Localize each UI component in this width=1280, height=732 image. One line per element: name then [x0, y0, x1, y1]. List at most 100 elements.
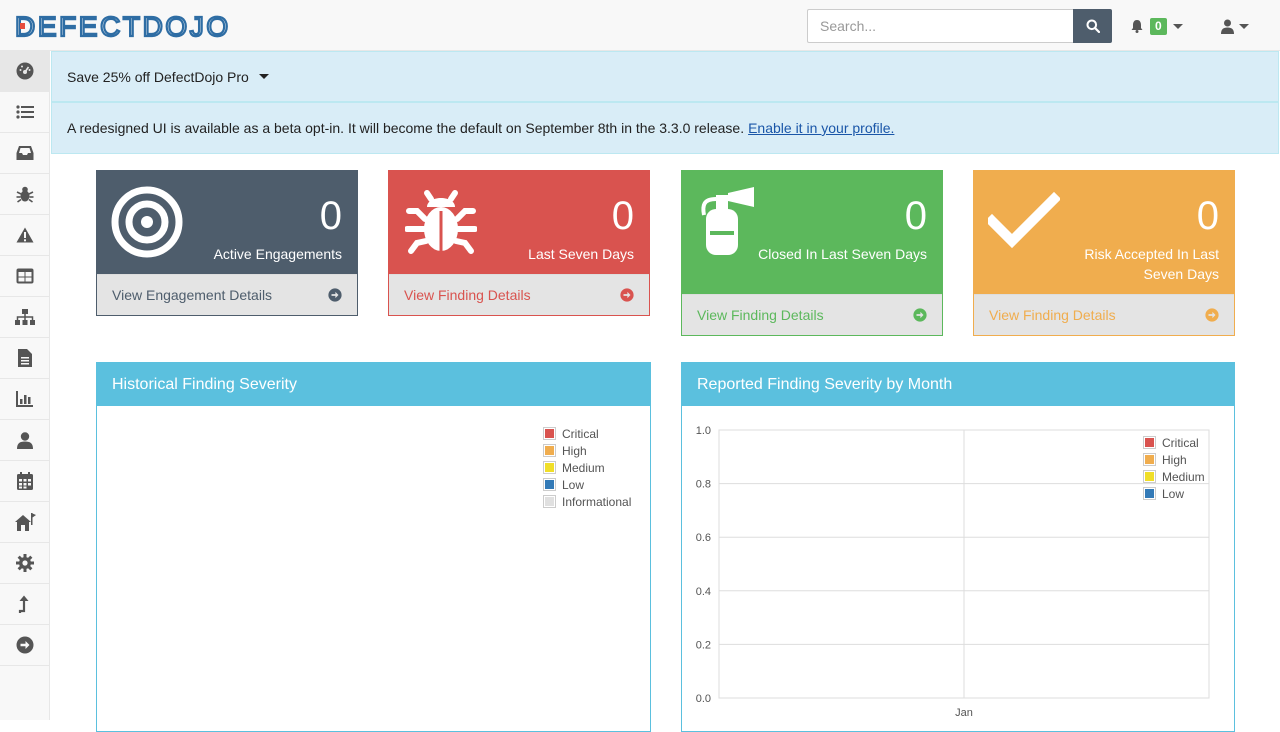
defectdojo-logo[interactable]: DEFECTDOJO: [15, 12, 257, 40]
user-icon: [17, 431, 33, 449]
search-button[interactable]: [1073, 9, 1112, 43]
panel-link-text: View Finding Details: [989, 307, 1116, 323]
panel-label: Active Engagements: [213, 246, 342, 262]
legend-swatch: [543, 495, 556, 508]
y-tick-label: 0.4: [696, 586, 711, 598]
y-tick-label: 1.0: [696, 425, 711, 437]
legend-label: Medium: [562, 460, 605, 475]
y-tick-label: 0.0: [696, 693, 711, 705]
x-tick-label: Jan: [955, 707, 973, 719]
sidebar-item-calendar[interactable]: [0, 461, 50, 502]
notification-count-badge: 0: [1150, 17, 1167, 35]
legend-item[interactable]: Low: [1143, 485, 1205, 502]
reported-finding-severity-by-month-panel: Reported Finding Severity by Month 1.0 0.…: [681, 362, 1235, 732]
chart-legend: Critical High Medium Low: [1143, 434, 1205, 502]
legend-swatch: [543, 478, 556, 491]
sidebar-item-products[interactable]: [0, 92, 50, 133]
legend-label: Informational: [562, 494, 632, 509]
legend-swatch: [1143, 470, 1156, 483]
legend-item[interactable]: Medium: [543, 459, 631, 476]
chevron-down-icon: [1239, 23, 1249, 29]
panel-last-seven-days: 0 Last Seven Days View Finding Details: [388, 170, 650, 316]
sidebar-item-users[interactable]: [0, 420, 50, 461]
calendar-icon: [17, 472, 33, 490]
tachometer-icon: [16, 62, 34, 80]
sidebar-item-dashboard[interactable]: [0, 51, 50, 92]
sitemap-icon: [15, 309, 35, 325]
promo-alert: Save 25% off DefectDojo Pro: [51, 51, 1279, 102]
view-engagement-details-link[interactable]: View Engagement Details: [97, 274, 357, 315]
notifications-dropdown[interactable]: 0: [1130, 14, 1183, 38]
inbox-icon: [16, 146, 34, 160]
legend-swatch: [543, 427, 556, 440]
logo-text: DEFECTDOJO: [15, 12, 231, 40]
y-tick-label: 0.6: [696, 532, 711, 544]
panel-label: Risk Accepted In Last Seven Days: [1084, 246, 1219, 282]
sidebar-item-reports[interactable]: [0, 338, 50, 379]
bug-icon: [16, 186, 34, 203]
panel-count: 0: [319, 194, 342, 238]
legend-item[interactable]: High: [1143, 451, 1205, 468]
legend-item[interactable]: Informational: [543, 493, 631, 510]
legend-label: Medium: [1162, 469, 1205, 484]
panel-count: 0: [611, 194, 634, 238]
legend-label: Low: [1162, 486, 1185, 501]
arrow-circle-right-icon: [620, 288, 634, 302]
chart-title: Historical Finding Severity: [97, 363, 650, 406]
user-menu-dropdown[interactable]: [1220, 14, 1249, 38]
top-navbar: DEFECTDOJO 0: [0, 0, 1280, 51]
bar-chart-icon: [16, 391, 33, 407]
legend-item[interactable]: Medium: [1143, 468, 1205, 485]
sidebar-item-endpoints[interactable]: [0, 297, 50, 338]
legend-item[interactable]: Critical: [1143, 434, 1205, 451]
legend-item[interactable]: Low: [543, 476, 631, 493]
sidebar-item-metrics[interactable]: [0, 379, 50, 420]
legend-swatch: [543, 461, 556, 474]
chart-title: Reported Finding Severity by Month: [682, 363, 1234, 406]
arrow-up-turn-icon: [18, 595, 29, 613]
panel-heading: 0 Active Engagements: [97, 171, 357, 274]
y-tick-label: 0.8: [696, 479, 711, 491]
sidebar-item-components[interactable]: [0, 256, 50, 297]
sidebar-item-findings[interactable]: [0, 174, 50, 215]
sidebar-item-configuration[interactable]: [0, 543, 50, 584]
sidebar-item-engagements[interactable]: [0, 133, 50, 174]
warning-icon: [16, 227, 34, 243]
sidebar-item-api[interactable]: [0, 584, 50, 625]
promo-text: Save 25% off DefectDojo Pro: [67, 68, 249, 85]
legend-label: Critical: [562, 426, 599, 441]
house-flag-icon: [15, 513, 36, 531]
view-finding-details-link[interactable]: View Finding Details: [389, 274, 649, 315]
list-icon: [16, 105, 34, 119]
sidebar-item-questionnaires[interactable]: [0, 502, 50, 543]
chevron-down-icon: [258, 74, 269, 79]
arrow-circle-right-icon: [1205, 308, 1219, 322]
panel-heading: 0 Risk Accepted In Last Seven Days: [974, 171, 1234, 294]
legend-item[interactable]: Critical: [543, 425, 631, 442]
panel-link-text: View Finding Details: [697, 307, 824, 323]
legend-label: High: [1162, 452, 1187, 467]
beta-ui-alert: A redesigned UI is available as a beta o…: [51, 102, 1279, 154]
legend-swatch: [1143, 436, 1156, 449]
legend-item[interactable]: High: [543, 442, 631, 459]
sidebar-item-risk-acceptances[interactable]: [0, 215, 50, 256]
sidebar-item-collapse[interactable]: [0, 625, 50, 666]
arrow-circle-right-icon: [16, 636, 34, 654]
panel-closed-last-seven-days: 0 Closed In Last Seven Days View Finding…: [681, 170, 943, 336]
gear-icon: [16, 554, 34, 572]
panel-label: Closed In Last Seven Days: [758, 246, 927, 262]
panel-link-text: View Engagement Details: [112, 287, 273, 303]
legend-label: High: [562, 443, 587, 458]
arrow-circle-right-icon: [913, 308, 927, 322]
view-finding-details-link[interactable]: View Finding Details: [682, 294, 942, 335]
search-input[interactable]: [807, 9, 1073, 43]
promo-dropdown[interactable]: Save 25% off DefectDojo Pro: [67, 69, 269, 85]
enable-beta-link[interactable]: Enable it in your profile.: [748, 120, 894, 136]
legend-label: Critical: [1162, 435, 1199, 450]
beta-ui-text: A redesigned UI is available as a beta o…: [67, 120, 745, 136]
view-finding-details-link[interactable]: View Finding Details: [974, 294, 1234, 335]
legend-swatch: [543, 444, 556, 457]
legend-label: Low: [562, 477, 585, 492]
table-icon: [16, 268, 34, 284]
legend-swatch: [1143, 487, 1156, 500]
